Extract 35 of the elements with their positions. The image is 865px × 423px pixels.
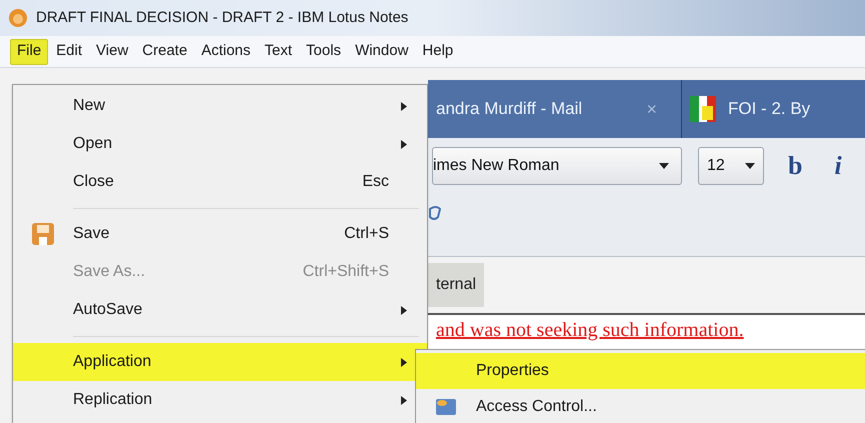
app-logo-icon [8, 8, 28, 28]
document-icon [690, 96, 716, 122]
menu-item[interactable]: Properties [416, 353, 865, 389]
document-text: and was not seeking such information. [435, 318, 744, 343]
document-tab[interactable]: FOI - 2. By [682, 80, 865, 138]
menu-bar-item[interactable]: Help [416, 38, 460, 64]
shortcut-label: Ctrl+Shift+S [302, 262, 389, 282]
menu-item[interactable]: Close Esc [13, 163, 427, 201]
menu-item[interactable]: Application [13, 343, 427, 381]
menu-bar-item[interactable]: Actions [195, 38, 257, 64]
dropdown-caret-icon [659, 162, 669, 168]
document-tab[interactable]: andra Murdiff - Mail × [428, 80, 682, 138]
bold-button[interactable]: b [780, 146, 810, 185]
shortcut-label: Esc [362, 172, 389, 192]
menu-bar-item[interactable]: Window [349, 38, 414, 64]
italic-button[interactable]: i [826, 146, 850, 185]
menu-bar-item[interactable]: Create [136, 38, 194, 64]
window-title: DRAFT FINAL DECISION - DRAFT 2 - IBM Lotus Notes [36, 8, 408, 28]
toolbar-icon[interactable] [428, 205, 444, 223]
menu-item[interactable]: New [13, 87, 427, 125]
menu-bar-item[interactable]: File [10, 38, 48, 64]
menu-item[interactable]: Open [13, 125, 427, 163]
font-dropdown[interactable]: imes New Roman [432, 146, 682, 184]
menu-bar-item[interactable]: Text [258, 38, 298, 64]
menu-item[interactable]: Save Ctrl+S [13, 215, 427, 253]
menu-bar-item[interactable]: Tools [300, 38, 348, 64]
tab-label: andra Murdiff - Mail [436, 98, 582, 120]
dropdown-caret-icon [745, 162, 755, 168]
size-dropdown[interactable]: 12 [698, 146, 764, 184]
menu-bar-item[interactable]: Edit [50, 38, 88, 64]
menu-bar-item[interactable]: View [90, 38, 134, 64]
menu-item[interactable]: AutoSave [13, 291, 427, 329]
tab-label: FOI - 2. By [728, 98, 810, 120]
section-tab[interactable]: ternal [428, 263, 484, 307]
shortcut-label: Ctrl+S [344, 224, 389, 244]
